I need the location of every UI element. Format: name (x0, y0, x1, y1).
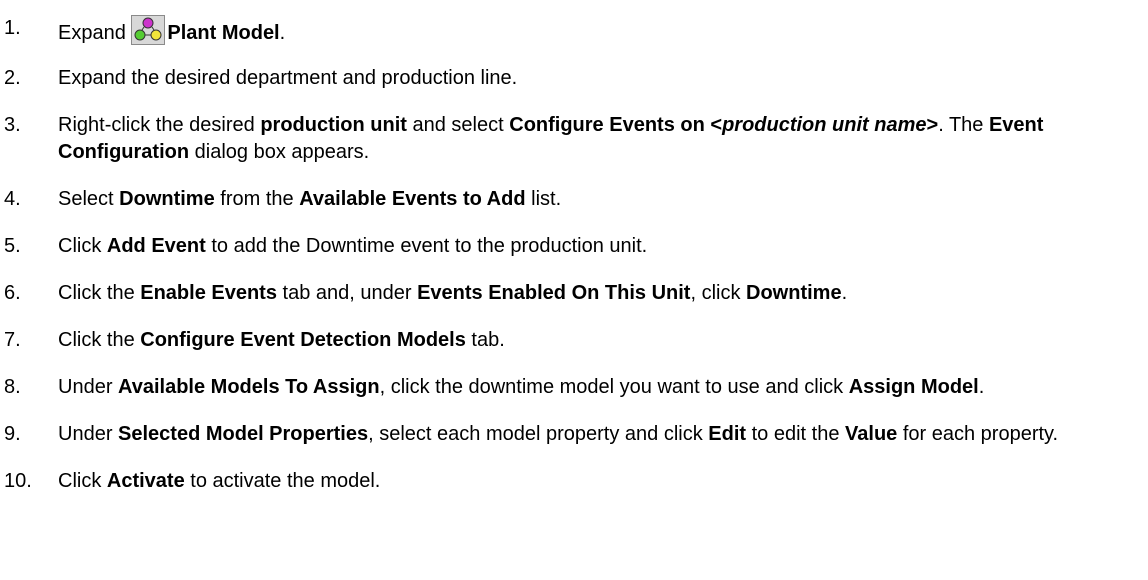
step-text: to add the Downtime event to the product… (205, 235, 648, 257)
step-9: 9. Under Selected Model Properties, sele… (0, 421, 1148, 448)
step-text: Under (58, 376, 119, 398)
ui-term: > (926, 114, 939, 136)
step-number: 3. (4, 114, 21, 136)
plant-model-icon (131, 15, 166, 45)
step-2: 2. Expand the desired department and pro… (0, 65, 1148, 92)
step-text: Under (58, 423, 119, 445)
ui-term: Activate (106, 470, 185, 492)
step-text: Click the (58, 282, 141, 304)
step-text: . The (938, 114, 989, 136)
ui-term: Configure Event Detection Models (140, 329, 466, 351)
step-number: 10. (4, 470, 32, 492)
step-text: tab and, under (276, 282, 418, 304)
step-text: , click the downtime model you want to u… (379, 376, 849, 398)
ui-term: < (710, 114, 723, 136)
step-text: Select (58, 188, 120, 210)
step-text: dialog box appears. (189, 141, 370, 163)
step-text: , click (690, 282, 747, 304)
step-number: 1. (4, 17, 21, 39)
step-text: Expand the desired department and produc… (58, 67, 518, 89)
ui-term: Available Events to Add (299, 188, 526, 210)
step-text: and select (406, 114, 510, 136)
procedure-document: 1. Expand Plant Model. 2. Expand the des… (0, 0, 1148, 580)
ui-term: Add Event (106, 235, 206, 257)
ui-term: Downtime (119, 188, 215, 210)
step-6: 6. Click the Enable Events tab and, unde… (0, 280, 1148, 307)
step-text: to edit the (746, 423, 846, 445)
step-text: from the (214, 188, 300, 210)
ui-term: Assign Model (848, 376, 979, 398)
step-3: 3. Right-click the desired production un… (0, 112, 1148, 166)
ui-term: Configure Events on (509, 114, 711, 136)
ui-term: Available Models To Assign (118, 376, 380, 398)
step-7: 7. Click the Configure Event Detection M… (0, 327, 1148, 354)
step-text: Expand (58, 22, 132, 44)
step-8: 8. Under Available Models To Assign, cli… (0, 374, 1148, 401)
step-number: 7. (4, 329, 21, 351)
procedure-steps-list: 1. Expand Plant Model. 2. Expand the des… (0, 0, 1148, 515)
step-text: Click the (58, 329, 141, 351)
ui-term: Events Enabled On This Unit (417, 282, 691, 304)
step-number: 2. (4, 67, 21, 89)
placeholder-term: production unit name (722, 114, 927, 136)
step-number: 6. (4, 282, 21, 304)
ui-term: Value (845, 423, 898, 445)
step-number: 4. (4, 188, 21, 210)
ui-term: Downtime (746, 282, 842, 304)
step-5: 5. Click Add Event to add the Downtime e… (0, 233, 1148, 260)
ui-term: Enable Events (140, 282, 277, 304)
step-10: 10. Click Activate to activate the model… (0, 468, 1148, 495)
step-number: 5. (4, 235, 21, 257)
ui-term: Selected Model Properties (118, 423, 369, 445)
step-number: 8. (4, 376, 21, 398)
step-text: . (978, 376, 985, 398)
step-text: , select each model property and click (368, 423, 709, 445)
step-number: 9. (4, 423, 21, 445)
step-text: Click (58, 235, 107, 257)
step-text: Right-click the desired (58, 114, 261, 136)
ui-term: Edit (708, 423, 747, 445)
ui-term: Plant Model (167, 22, 280, 44)
step-text: . (841, 282, 848, 304)
step-1: 1. Expand Plant Model. (0, 0, 1148, 47)
step-text: to activate the model. (184, 470, 381, 492)
step-text: . (279, 22, 286, 44)
step-text: list. (525, 188, 562, 210)
step-text: for each property. (897, 423, 1059, 445)
step-4: 4. Select Downtime from the Available Ev… (0, 186, 1148, 213)
step-text: Click (58, 470, 107, 492)
step-text: tab. (465, 329, 505, 351)
ui-term: production unit (260, 114, 407, 136)
